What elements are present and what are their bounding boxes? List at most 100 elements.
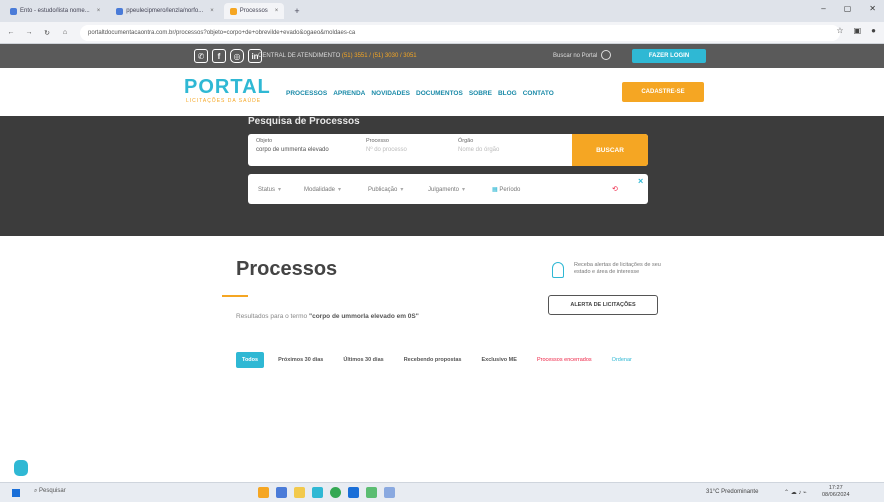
search-button[interactable]: BUSCAR <box>572 134 648 166</box>
weather-widget[interactable]: 31°C Predominante <box>706 489 758 495</box>
site-search-label[interactable]: Buscar no Portal <box>553 53 597 59</box>
sort-button[interactable]: Ordenar <box>606 352 638 368</box>
filter-status-label: Status <box>258 187 276 193</box>
objeto-field[interactable]: Objeto corpo de ummenta elevado <box>256 138 329 153</box>
new-tab-icon[interactable]: + <box>294 6 299 16</box>
browser-tab-2[interactable]: ppeulecipmero/lenzla/norfo... × <box>110 3 220 19</box>
nav-item-sobre[interactable]: SOBRE <box>469 90 492 97</box>
taskbar-app-icon[interactable] <box>258 487 269 498</box>
nav-item-novidades[interactable]: NOVIDADES <box>371 90 410 97</box>
windows-start-icon[interactable] <box>12 489 20 497</box>
contact-phone[interactable]: (51) 3551 / (51) 3030 / 3051 <box>342 53 417 59</box>
tab-processos-encerrados[interactable]: Processos encerrados <box>531 352 598 368</box>
browser-tab-label: Processos <box>239 8 268 14</box>
bookmark-star-icon[interactable]: ☆ <box>836 26 843 35</box>
browser-tab-3[interactable]: Processos × <box>223 3 285 19</box>
favicon-icon <box>116 7 124 15</box>
minimize-icon[interactable]: – <box>821 4 825 13</box>
taskbar-app-icon[interactable] <box>312 487 323 498</box>
nav-item-documentos[interactable]: DOCUMENTOS <box>416 90 463 97</box>
filter-julgamento-label: Julgamento <box>428 187 460 193</box>
filter-modalidade-label: Modalidade <box>304 187 336 193</box>
whatsapp-icon[interactable]: ✆ <box>194 49 208 63</box>
favicon-icon <box>10 7 17 15</box>
taskbar-clock[interactable]: 17:27 08/06/2024 <box>822 485 850 499</box>
browser-tab-1[interactable]: Ento - estudo/lista nome... × <box>4 3 106 19</box>
tab-recebendo-propostas[interactable]: Recebendo propostas <box>398 352 468 368</box>
system-tray[interactable]: ⌃ ☁ ♪ ⌁ <box>784 489 807 496</box>
taskbar-search-label: Pesquisar <box>39 488 66 494</box>
filter-bar: Status ▾ Modalidade ▾ Publicação ▾ Julgamen… <box>248 174 648 204</box>
profile-icon[interactable]: ● <box>871 26 876 35</box>
home-icon[interactable]: ⌂ <box>58 29 72 36</box>
taskbar-app-icon[interactable] <box>348 487 359 498</box>
main-nav: PROCESSOS APRENDA NOVIDADES DOCUMENTOS S… <box>286 90 554 97</box>
tab-exclusivo-me[interactable]: Exclusivo ME <box>475 352 522 368</box>
close-tab-icon[interactable]: × <box>97 8 101 14</box>
orgao-field[interactable]: Órgão Nome do órgão <box>458 138 499 153</box>
site-logo[interactable]: PORTAL <box>184 76 271 99</box>
taskbar-search[interactable]: ⌕ Pesquisar <box>34 488 66 495</box>
alert-description: Receba alertas de licitações de seu esta… <box>574 262 661 276</box>
orgao-label: Órgão <box>458 138 474 144</box>
processo-input[interactable]: Nº do processo <box>366 147 407 153</box>
close-tab-icon[interactable]: × <box>275 8 279 14</box>
nav-item-contato[interactable]: CONTATO <box>523 90 554 97</box>
alert-button[interactable]: ALERTA DE LICITAÇÕES <box>548 295 658 315</box>
filter-periodo[interactable]: ▦ Período <box>492 186 520 193</box>
filter-publicacao[interactable]: Publicação ▾ <box>368 186 403 193</box>
nav-item-processos[interactable]: PROCESSOS <box>286 90 327 97</box>
taskbar-app-icon[interactable] <box>384 487 395 498</box>
page-title: Processos <box>236 258 338 280</box>
facebook-icon[interactable]: f <box>212 49 226 63</box>
objeto-input[interactable]: corpo de ummenta elevado <box>256 147 329 153</box>
bell-icon <box>552 262 564 278</box>
orgao-input[interactable]: Nome do órgão <box>458 147 499 153</box>
results-summary: Resultados para o termo "corpo de ummorl… <box>236 313 419 320</box>
tab-proximos-30-dias[interactable]: Próximos 30 dias <box>272 352 329 368</box>
chevron-down-icon: ▾ <box>400 187 404 193</box>
taskbar-app-icon[interactable] <box>366 487 377 498</box>
filter-tabs: Todos Próximos 30 dias Últimos 30 dias R… <box>236 351 638 369</box>
url-input[interactable]: portaltdocumentacaontra.com.br/processos… <box>80 24 840 41</box>
chat-widget-icon[interactable] <box>14 460 28 476</box>
login-button[interactable]: FAZER LOGIN <box>632 49 706 63</box>
filter-status[interactable]: Status ▾ <box>258 186 281 193</box>
taskbar-app-icon[interactable] <box>276 487 287 498</box>
objeto-label: Objeto <box>256 138 273 144</box>
folder-icon[interactable] <box>294 487 305 498</box>
back-icon[interactable]: ← <box>4 29 18 36</box>
chevron-down-icon: ▾ <box>338 187 342 193</box>
chrome-icon[interactable] <box>330 487 341 498</box>
nav-item-blog[interactable]: BLOG <box>498 90 517 97</box>
browser-tab-label: Ento - estudo/lista nome... <box>20 8 90 14</box>
forward-icon[interactable]: → <box>22 29 36 36</box>
extensions-icon[interactable]: ▣ <box>854 26 862 35</box>
hero-title: Pesquisa de Processos <box>248 116 360 127</box>
chevron-down-icon: ▾ <box>278 187 282 193</box>
processo-field[interactable]: Processo Nº do processo <box>366 138 407 153</box>
close-tab-icon[interactable]: × <box>210 8 214 14</box>
maximize-icon[interactable]: ▢ <box>844 4 852 13</box>
close-window-icon[interactable]: ✕ <box>869 4 876 13</box>
browser-tab-label: ppeulecipmero/lenzla/norfo... <box>126 8 204 14</box>
filter-modalidade[interactable]: Modalidade ▾ <box>304 186 341 193</box>
tab-todos[interactable]: Todos <box>236 352 265 368</box>
site-logo-subtitle: LICITAÇÕES DA SAÚDE <box>186 98 262 104</box>
nav-item-aprenda[interactable]: APRENDA <box>333 90 365 97</box>
search-icon[interactable] <box>601 50 611 60</box>
filter-julgamento[interactable]: Julgamento ▾ <box>428 186 465 193</box>
results-term: "corpo de ummorla elevado em 0S" <box>309 313 419 320</box>
clock-date: 08/06/2024 <box>822 492 850 499</box>
reload-icon[interactable]: ↻ <box>40 29 54 37</box>
tab-ultimos-30-dias[interactable]: Últimos 30 dias <box>337 352 389 368</box>
contact-info: CENTRAL DE ATENDIMENTO (51) 3551 / (51) … <box>258 53 417 59</box>
clear-filters-icon[interactable]: ⟲ <box>612 185 618 193</box>
instagram-icon[interactable]: ◎ <box>230 49 244 63</box>
close-filters-icon[interactable]: × <box>638 176 643 186</box>
filter-periodo-label: Período <box>499 187 521 193</box>
contact-label: CENTRAL DE ATENDIMENTO <box>258 53 341 59</box>
signup-button[interactable]: CADASTRE-SE <box>622 82 704 102</box>
address-bar: ← → ↻ ⌂ portaltdocumentacaontra.com.br/p… <box>0 22 884 44</box>
results-prefix: Resultados para o termo <box>236 313 308 320</box>
